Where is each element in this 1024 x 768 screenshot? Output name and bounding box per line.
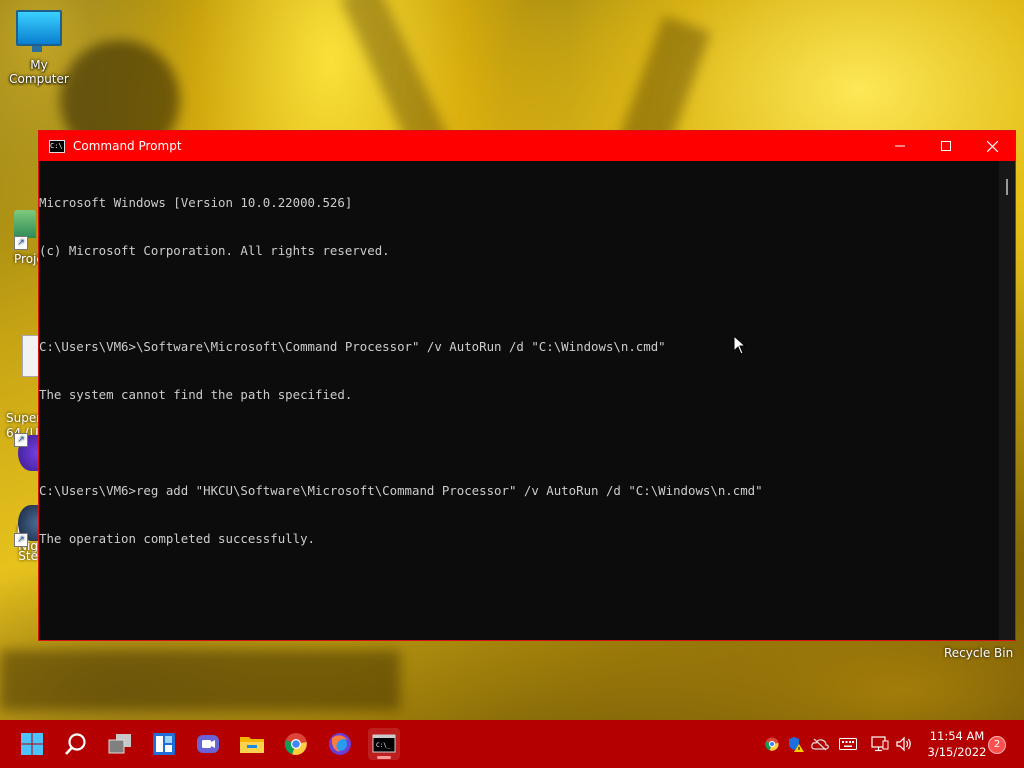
desktop-icon-label: Ste [18, 549, 38, 563]
active-app-indicator [377, 756, 391, 759]
close-icon [986, 140, 998, 152]
console-line: C:\Users\VM6>reg add "HKCU\Software\Micr… [39, 483, 763, 498]
start-icon [21, 733, 43, 755]
console-line: C:\Users\VM6>\Software\Microsoft\Command… [39, 339, 666, 354]
console-line: The operation completed successfully. [39, 531, 316, 546]
project-app-icon [14, 210, 36, 238]
teams-chat-button[interactable] [192, 728, 224, 760]
clock-time: 11:54 AM [929, 729, 985, 743]
terminal-button[interactable]: C:\_ [368, 728, 400, 760]
notification-badge[interactable]: 2 [988, 736, 1006, 754]
network-icon[interactable] [870, 734, 890, 754]
window-title: Command Prompt [73, 139, 182, 153]
chrome-icon [284, 733, 307, 755]
close-button[interactable] [969, 131, 1015, 161]
keyboard-icon[interactable] [838, 734, 858, 754]
shortcut-arrow-icon: ↗ [14, 433, 28, 447]
console-line: Microsoft Windows [Version 10.0.22000.52… [39, 195, 353, 210]
shortcut-arrow-icon: ↗ [14, 236, 28, 250]
monitor-icon [16, 10, 62, 52]
desktop-icon-label: My Computer [9, 58, 69, 86]
widgets-icon [153, 733, 175, 755]
taskbar-clock[interactable]: 11:54 AM 3/15/2022 [918, 728, 996, 760]
console-line: (c) Microsoft Corporation. All rights re… [39, 243, 390, 258]
start-button[interactable] [16, 728, 48, 760]
file-explorer-button[interactable] [236, 728, 268, 760]
task-view-icon [108, 734, 131, 754]
mouse-cursor-icon [733, 335, 747, 355]
widgets-button[interactable] [148, 728, 180, 760]
firefox-icon [329, 733, 351, 755]
scrollbar-thumb[interactable] [1006, 179, 1008, 195]
minimize-icon [895, 145, 905, 147]
onedrive-icon[interactable] [810, 734, 830, 754]
search-button[interactable] [60, 728, 92, 760]
tray-chrome-icon[interactable] [762, 734, 782, 754]
terminal-icon: C:\_ [372, 734, 396, 753]
task-view-button[interactable] [104, 728, 136, 760]
shortcut-arrow-icon: ↗ [14, 533, 28, 547]
file-explorer-icon [240, 737, 264, 753]
vertical-scrollbar[interactable] [999, 161, 1015, 640]
clock-date: 3/15/2022 [927, 745, 987, 759]
desktop-icon-my-computer[interactable]: My Computer [0, 10, 78, 86]
console-output[interactable]: Microsoft Windows [Version 10.0.22000.52… [39, 161, 999, 640]
chrome-button[interactable] [280, 728, 312, 760]
maximize-icon [941, 141, 951, 151]
title-bar[interactable]: C:\ Command Prompt [39, 131, 1015, 161]
minimize-button[interactable] [877, 131, 923, 161]
taskbar: C:\_ 11:54 AM 3/15/2022 [0, 720, 1024, 768]
search-icon [65, 733, 86, 755]
svg-text:C:\_: C:\_ [376, 742, 391, 749]
command-prompt-window[interactable]: C:\ Command Prompt Microsoft Windows [Ve… [38, 130, 1016, 641]
volume-icon[interactable] [894, 734, 914, 754]
desktop-icon-steam[interactable]: ↗ Ste [14, 505, 44, 564]
maximize-button[interactable] [923, 131, 969, 161]
console-line: The system cannot find the path specifie… [39, 387, 353, 402]
cmd-app-icon: C:\ [49, 139, 65, 153]
security-warning-icon[interactable] [786, 734, 806, 754]
recycle-bin-label[interactable]: Recycle Bin [944, 646, 1013, 660]
teams-chat-icon [197, 735, 219, 753]
firefox-button[interactable] [324, 728, 356, 760]
